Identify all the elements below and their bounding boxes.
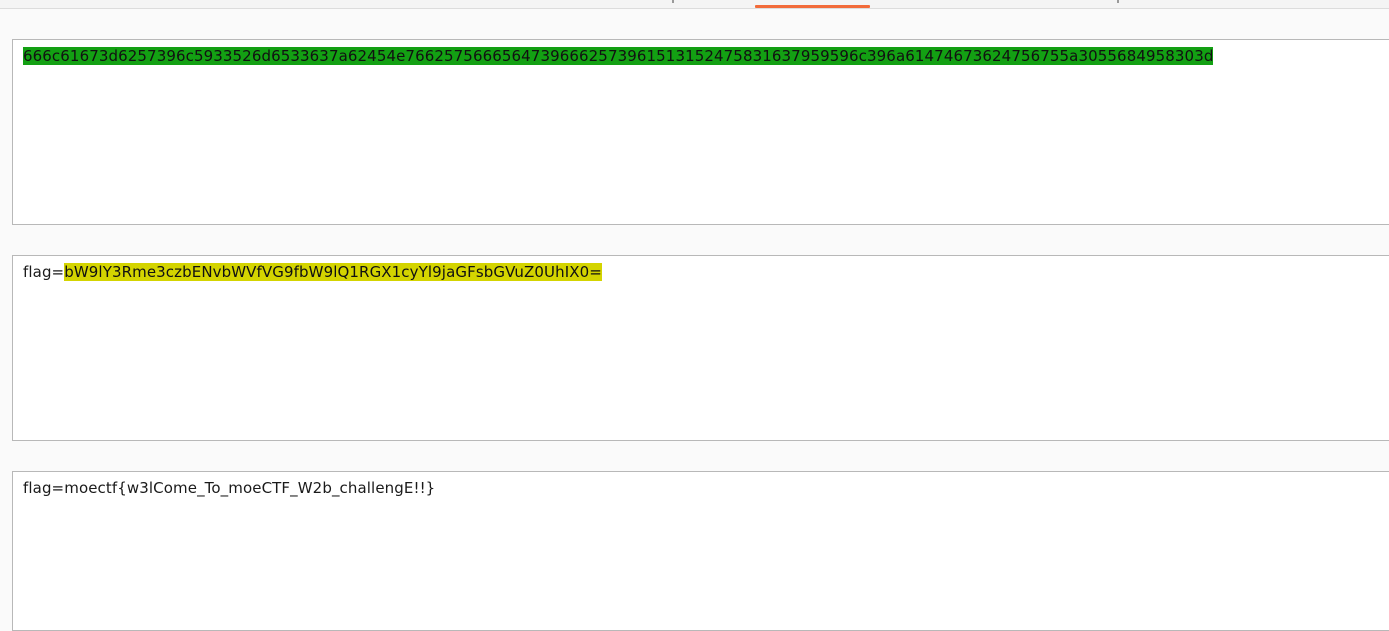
active-tab-indicator[interactable] (755, 5, 870, 8)
decoded-flag-value: flag=moectf{w3lCome_To_moeCTF_W2b_challe… (23, 479, 436, 497)
hex-output-text: 666c61673d6257396c5933526d6533637a62454e… (23, 47, 1214, 66)
base64-output-panel[interactable]: flag=bW9lY3Rme3czbENvbWVfVG9fbW9lQ1RGX1c… (12, 255, 1389, 441)
hex-output-highlighted: 666c61673d6257396c5933526d6533637a62454e… (23, 47, 1214, 65)
hex-output-panel[interactable]: 666c61673d6257396c5933526d6533637a62454e… (12, 39, 1389, 225)
base64-output-text: flag=bW9lY3Rme3czbENvbWVfVG9fbW9lQ1RGX1c… (23, 263, 602, 282)
decoded-flag-panel[interactable]: flag=moectf{w3lCome_To_moeCTF_W2b_challe… (12, 471, 1389, 631)
decoded-flag-text: flag=moectf{w3lCome_To_moeCTF_W2b_challe… (23, 479, 435, 498)
tab-separator-tick (1117, 0, 1119, 3)
tab-separator-tick (672, 0, 674, 3)
base64-output-highlighted: bW9lY3Rme3czbENvbWVfVG9fbW9lQ1RGX1cyYl9j… (64, 263, 602, 281)
base64-output-prefix: flag= (23, 263, 65, 281)
tab-strip (0, 0, 1389, 9)
